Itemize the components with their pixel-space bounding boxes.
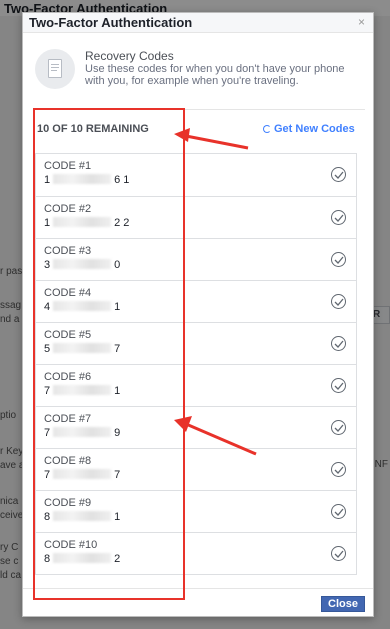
annotation-arrow-bottom bbox=[174, 416, 257, 456]
check-circle-icon bbox=[331, 378, 346, 393]
check-circle-icon bbox=[331, 210, 346, 225]
dialog-title: Two-Factor Authentication bbox=[29, 15, 193, 30]
check-circle-icon bbox=[331, 546, 346, 561]
dialog-header: Two-Factor Authentication × bbox=[23, 13, 373, 33]
close-button[interactable]: Close bbox=[321, 596, 365, 612]
get-new-codes-label: Get New Codes bbox=[274, 123, 355, 135]
check-circle-icon bbox=[331, 294, 346, 309]
document-icon bbox=[35, 49, 75, 89]
check-circle-icon bbox=[331, 336, 346, 351]
get-new-codes-link[interactable]: Get New Codes bbox=[263, 123, 355, 135]
check-circle-icon bbox=[331, 462, 346, 477]
annotation-arrow-top bbox=[174, 128, 249, 150]
check-circle-icon bbox=[331, 252, 346, 267]
check-circle-icon bbox=[331, 167, 346, 182]
recovery-codes-intro: Recovery Codes Use these codes for when … bbox=[23, 35, 373, 110]
intro-title: Recovery Codes bbox=[85, 49, 174, 63]
check-circle-icon bbox=[331, 504, 346, 519]
refresh-icon bbox=[263, 125, 271, 133]
close-icon[interactable]: × bbox=[358, 15, 365, 29]
check-circle-icon bbox=[331, 420, 346, 435]
intro-description: Use these codes for when you don't have … bbox=[85, 63, 345, 87]
annotation-highlight-box bbox=[33, 108, 185, 600]
